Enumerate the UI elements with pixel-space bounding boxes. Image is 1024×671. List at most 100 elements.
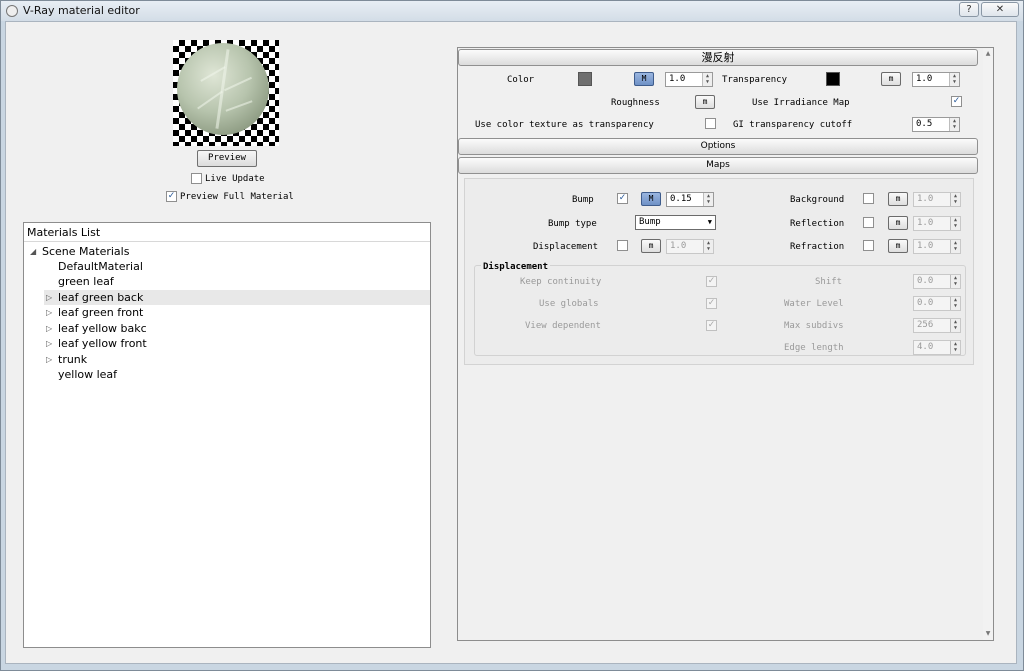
tree-expanded-icon[interactable]: ◢ [30,244,36,259]
displacement-amount-spinner[interactable]: 1.0 ▲ ▼ [666,239,714,254]
edge-length-spinner[interactable]: 4.0 ▲ ▼ [913,340,961,355]
reflection-checkbox[interactable] [863,217,874,228]
list-item-label: leaf yellow front [58,337,147,350]
transparency-amount-spinner[interactable]: 1.0 ▲ ▼ [912,72,960,87]
keep-continuity-label: Keep continuity [520,277,602,287]
spinner-arrows-icon[interactable]: ▲ ▼ [950,240,960,253]
spinner-arrows-icon[interactable]: ▲ ▼ [950,193,960,206]
displacement-checkbox[interactable] [617,240,628,251]
view-dependent-label: View dependent [525,321,601,331]
diffuse-section-header[interactable]: 漫反射 [458,49,978,66]
tree-collapsed-icon[interactable]: ▷ [46,290,52,305]
spinner-arrows-icon[interactable]: ▲ ▼ [950,275,960,288]
list-item[interactable]: ▷ leaf yellow bakc [44,321,428,336]
list-item-selected[interactable]: ▷ leaf green back [44,290,430,305]
water-level-value: 0.0 [917,298,934,308]
refraction-amount-spinner[interactable]: 1.0 ▲ ▼ [913,239,961,254]
tree-collapsed-icon[interactable]: ▷ [46,305,52,320]
materials-list-panel: Materials List ◢ Scene Materials Default… [23,222,431,648]
keep-continuity-checkbox[interactable]: ✓ [706,276,717,287]
spinner-arrows-icon[interactable]: ▲ ▼ [949,118,959,131]
bump-amount-spinner[interactable]: 0.15 ▲ ▼ [666,192,714,207]
scroll-down-icon[interactable]: ▼ [983,630,993,637]
water-level-spinner[interactable]: 0.0 ▲ ▼ [913,296,961,311]
background-map-button[interactable]: m [888,192,908,206]
color-map-button[interactable]: M [634,72,654,86]
list-item[interactable]: ▷ leaf yellow front [44,336,428,351]
color-label: Color [507,75,535,85]
live-update-checkbox[interactable] [191,173,202,184]
bump-label: Bump [572,195,594,205]
irradiance-checkbox[interactable]: ✓ [951,96,962,107]
bump-type-select[interactable]: Bump ▼ [635,215,716,230]
color-swatch[interactable] [578,72,592,86]
spinner-arrows-icon[interactable]: ▲ ▼ [950,319,960,332]
bump-checkbox[interactable]: ✓ [617,193,628,204]
roughness-map-button[interactable]: m [695,95,715,109]
scroll-up-icon[interactable]: ▲ [983,50,993,57]
spinner-arrows-icon[interactable]: ▲ ▼ [950,217,960,230]
properties-scrollbar[interactable]: ▲ ▼ [983,48,993,640]
spinner-arrows-icon[interactable]: ▲ ▼ [950,341,960,354]
list-item[interactable]: yellow leaf [44,367,428,382]
refraction-amount-value: 1.0 [917,241,934,251]
view-dependent-checkbox[interactable]: ✓ [706,320,717,331]
preview-full-material-checkbox[interactable]: ✓ [166,191,177,202]
displacement-amount-value: 1.0 [670,241,687,251]
close-button[interactable]: ✕ [981,2,1019,17]
displacement-map-button[interactable]: m [641,239,661,253]
tree-collapsed-icon[interactable]: ▷ [46,336,52,351]
options-section-header[interactable]: Options [458,138,978,155]
gi-cutoff-spinner[interactable]: 0.5 ▲ ▼ [912,117,960,132]
displacement-group-label: Displacement [481,262,551,272]
preview-sphere [177,43,269,135]
transparency-amount-value: 1.0 [916,74,933,84]
max-subdivs-label: Max subdivs [784,321,844,331]
water-level-label: Water Level [784,299,844,309]
transparency-swatch[interactable] [826,72,840,86]
list-item-label: yellow leaf [58,368,118,381]
background-checkbox[interactable] [863,193,874,204]
maps-section-header[interactable]: Maps [458,157,978,174]
spinner-arrows-icon[interactable]: ▲ ▼ [702,73,712,86]
list-item[interactable]: green leaf [44,274,428,289]
list-item-label: leaf green back [58,291,144,304]
reflection-amount-spinner[interactable]: 1.0 ▲ ▼ [913,216,961,231]
use-globals-checkbox[interactable]: ✓ [706,298,717,309]
list-item[interactable]: ▷ trunk [44,352,428,367]
shift-spinner[interactable]: 0.0 ▲ ▼ [913,274,961,289]
background-label: Background [790,195,845,205]
list-item[interactable]: ▷ leaf green front [44,305,428,320]
edge-length-label: Edge length [784,343,844,353]
transparency-map-button[interactable]: m [881,72,901,86]
shift-value: 0.0 [917,276,934,286]
color-texture-transparency-checkbox[interactable] [705,118,716,129]
material-preview-image [173,40,279,146]
use-globals-label: Use globals [539,299,599,309]
title-bar[interactable]: V-Ray material editor ? ✕ [1,1,1023,21]
spinner-arrows-icon[interactable]: ▲ ▼ [949,73,959,86]
preview-button[interactable]: Preview [197,150,257,167]
spinner-arrows-icon[interactable]: ▲ ▼ [703,193,713,206]
max-subdivs-spinner[interactable]: 256 ▲ ▼ [913,318,961,333]
displacement-label: Displacement [533,242,599,252]
tree-collapsed-icon[interactable]: ▷ [46,321,52,336]
materials-list-header: Materials List [24,223,430,242]
color-amount-spinner[interactable]: 1.0 ▲ ▼ [665,72,713,87]
shift-label: Shift [815,277,843,287]
background-amount-spinner[interactable]: 1.0 ▲ ▼ [913,192,961,207]
help-button[interactable]: ? [959,2,979,17]
tree-collapsed-icon[interactable]: ▷ [46,352,52,367]
bump-map-button[interactable]: M [641,192,661,206]
edge-length-value: 4.0 [917,342,934,352]
spinner-arrows-icon[interactable]: ▲ ▼ [950,297,960,310]
tree-root-scene-materials[interactable]: ◢ Scene Materials [28,244,428,259]
chevron-down-icon[interactable]: ▼ [708,216,712,229]
max-subdivs-value: 256 [917,320,934,330]
reflection-map-button[interactable]: m [888,216,908,230]
spinner-arrows-icon[interactable]: ▲ ▼ [703,240,713,253]
refraction-checkbox[interactable] [863,240,874,251]
color-amount-value: 1.0 [669,74,686,84]
list-item[interactable]: DefaultMaterial [44,259,428,274]
refraction-map-button[interactable]: m [888,239,908,253]
